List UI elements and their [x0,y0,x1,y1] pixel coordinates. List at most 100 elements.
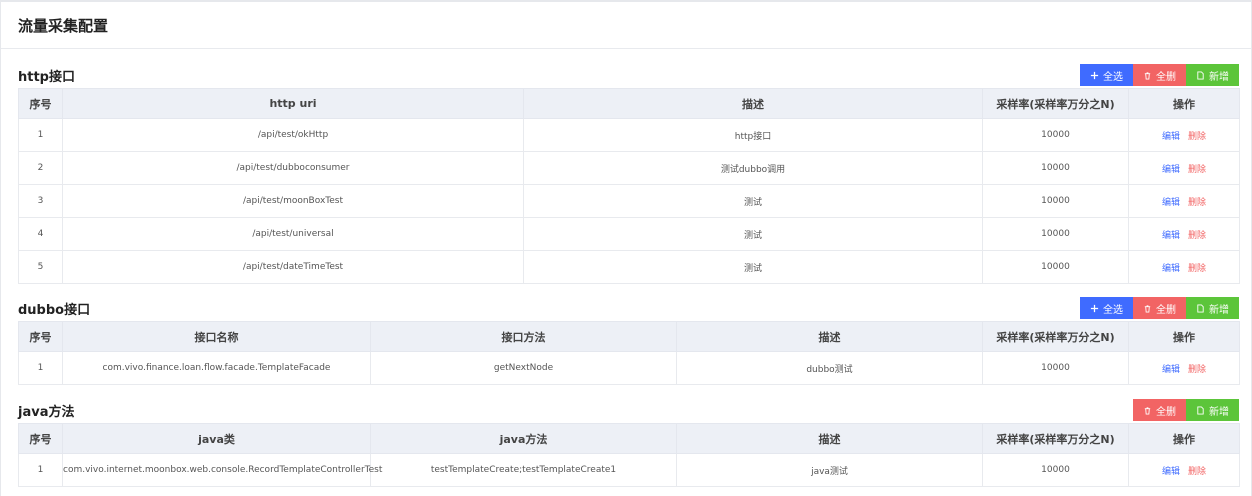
http-add-label: 新增 [1209,71,1229,83]
edit-link[interactable]: 编辑 [1162,362,1180,375]
table-row: 5 /api/test/dateTimeTest 测试 10000 编辑 删除 [18,250,1240,284]
row-actions: 编辑 删除 [1128,184,1240,218]
row-desc: 测试 [523,250,983,284]
trash-icon [1144,71,1151,80]
row-rate: 10000 [982,217,1129,251]
column-header: 操作 [1128,321,1240,352]
row-desc: 测试dubbo调用 [523,151,983,185]
row-uri: /api/test/okHttp [62,118,524,152]
dubbo-toolbar: 全选 全删 新增 [1080,297,1239,319]
java-toolbar: 全删 新增 [1133,399,1239,421]
row-actions: 编辑 删除 [1128,250,1240,284]
row-rate: 10000 [982,453,1129,487]
column-header: 序号 [18,321,63,352]
dubbo-section-head: dubbo接口 全选 全删 新增 [18,297,1239,319]
java-section-head: java方法 全删 新增 [18,399,1239,421]
row-actions: 编辑 删除 [1128,217,1240,251]
column-header: 操作 [1128,423,1240,454]
row-actions: 编辑 删除 [1128,118,1240,152]
row-index: 1 [18,118,63,152]
edit-link[interactable]: 编辑 [1162,129,1180,142]
java-section-title: java方法 [18,404,75,420]
row-interface-method: getNextNode [370,351,677,385]
edit-link[interactable]: 编辑 [1162,464,1180,477]
row-interface-name: com.vivo.finance.loan.flow.facade.Templa… [62,351,371,385]
http-add-button[interactable]: 新增 [1186,64,1239,86]
dubbo-table: 序号 接口名称 接口方法 描述 采样率(采样率万分之N) 操作 1 com.vi… [18,321,1240,385]
http-table: 序号 http uri 描述 采样率(采样率万分之N) 操作 1 /api/te… [18,88,1240,284]
delete-link[interactable]: 删除 [1188,261,1206,274]
trash-icon [1144,304,1151,313]
row-uri: /api/test/dateTimeTest [62,250,524,284]
plus-icon [1090,71,1099,79]
delete-link[interactable]: 删除 [1188,162,1206,175]
http-section-head: http接口 全选 全删 新增 [18,64,1239,86]
delete-link[interactable]: 删除 [1188,362,1206,375]
document-icon [1197,405,1204,415]
page-title: 流量采集配置 [18,16,109,35]
row-rate: 10000 [982,184,1129,218]
column-header: java方法 [370,423,677,454]
row-index: 5 [18,250,63,284]
edit-link[interactable]: 编辑 [1162,261,1180,274]
java-table: 序号 java类 java方法 描述 采样率(采样率万分之N) 操作 1 com… [18,423,1240,487]
row-java-method: testTemplateCreate;testTemplateCreate1 [370,453,677,487]
http-table-header: 序号 http uri 描述 采样率(采样率万分之N) 操作 [18,88,1240,119]
column-header: java类 [62,423,371,454]
row-index: 3 [18,184,63,218]
delete-link[interactable]: 删除 [1188,195,1206,208]
dubbo-delete-all-label: 全删 [1156,304,1176,316]
java-add-label: 新增 [1209,406,1229,418]
column-header: 操作 [1128,88,1240,119]
java-delete-all-button[interactable]: 全删 [1133,399,1186,421]
dubbo-section: dubbo接口 全选 全删 新增 序号 接口名称 接口方法 描述 采样率(采样率… [18,297,1240,385]
page-header: 流量采集配置 [1,2,1251,49]
row-desc: java测试 [676,453,983,487]
edit-link[interactable]: 编辑 [1162,195,1180,208]
row-java-class: com.vivo.internet.moonbox.web.console.Re… [62,453,382,487]
document-icon [1197,70,1204,80]
dubbo-select-all-button[interactable]: 全选 [1080,297,1133,319]
plus-icon [1090,304,1099,312]
row-desc: 测试 [523,217,983,251]
row-rate: 10000 [982,351,1129,385]
page: 流量采集配置 http接口 全选 全删 新增 序号 http uri 描述 采样… [0,0,1252,496]
column-header: 序号 [18,88,63,119]
column-header: 采样率(采样率万分之N) [982,88,1129,119]
column-header: http uri [62,88,524,119]
dubbo-add-button[interactable]: 新增 [1186,297,1239,319]
edit-link[interactable]: 编辑 [1162,162,1180,175]
row-actions: 编辑 删除 [1128,453,1240,487]
http-select-all-label: 全选 [1103,71,1123,83]
delete-link[interactable]: 删除 [1188,464,1206,477]
http-select-all-button[interactable]: 全选 [1080,64,1133,86]
dubbo-select-all-label: 全选 [1103,304,1123,316]
document-icon [1197,303,1204,313]
table-row: 4 /api/test/universal 测试 10000 编辑 删除 [18,217,1240,251]
edit-link[interactable]: 编辑 [1162,228,1180,241]
table-row: 1 com.vivo.internet.moonbox.web.console.… [18,453,1240,487]
trash-icon [1144,406,1151,415]
row-rate: 10000 [982,118,1129,152]
row-uri: /api/test/universal [62,217,524,251]
column-header: 采样率(采样率万分之N) [982,423,1129,454]
dubbo-delete-all-button[interactable]: 全删 [1133,297,1186,319]
dubbo-table-header: 序号 接口名称 接口方法 描述 采样率(采样率万分之N) 操作 [18,321,1240,352]
java-delete-all-label: 全删 [1156,406,1176,418]
row-actions: 编辑 删除 [1128,151,1240,185]
row-desc: http接口 [523,118,983,152]
row-index: 4 [18,217,63,251]
column-header: 序号 [18,423,63,454]
http-delete-all-button[interactable]: 全删 [1133,64,1186,86]
column-header: 采样率(采样率万分之N) [982,321,1129,352]
java-section: java方法 全删 新增 序号 java类 java方法 描述 采样率(采样率万… [18,399,1240,487]
dubbo-add-label: 新增 [1209,304,1229,316]
http-toolbar: 全选 全删 新增 [1080,64,1239,86]
delete-link[interactable]: 删除 [1188,129,1206,142]
java-add-button[interactable]: 新增 [1186,399,1239,421]
row-index: 1 [18,453,63,487]
http-section-title: http接口 [18,69,75,85]
http-section: http接口 全选 全删 新增 序号 http uri 描述 采样率(采样率万分… [18,64,1240,284]
delete-link[interactable]: 删除 [1188,228,1206,241]
row-actions: 编辑 删除 [1128,351,1240,385]
